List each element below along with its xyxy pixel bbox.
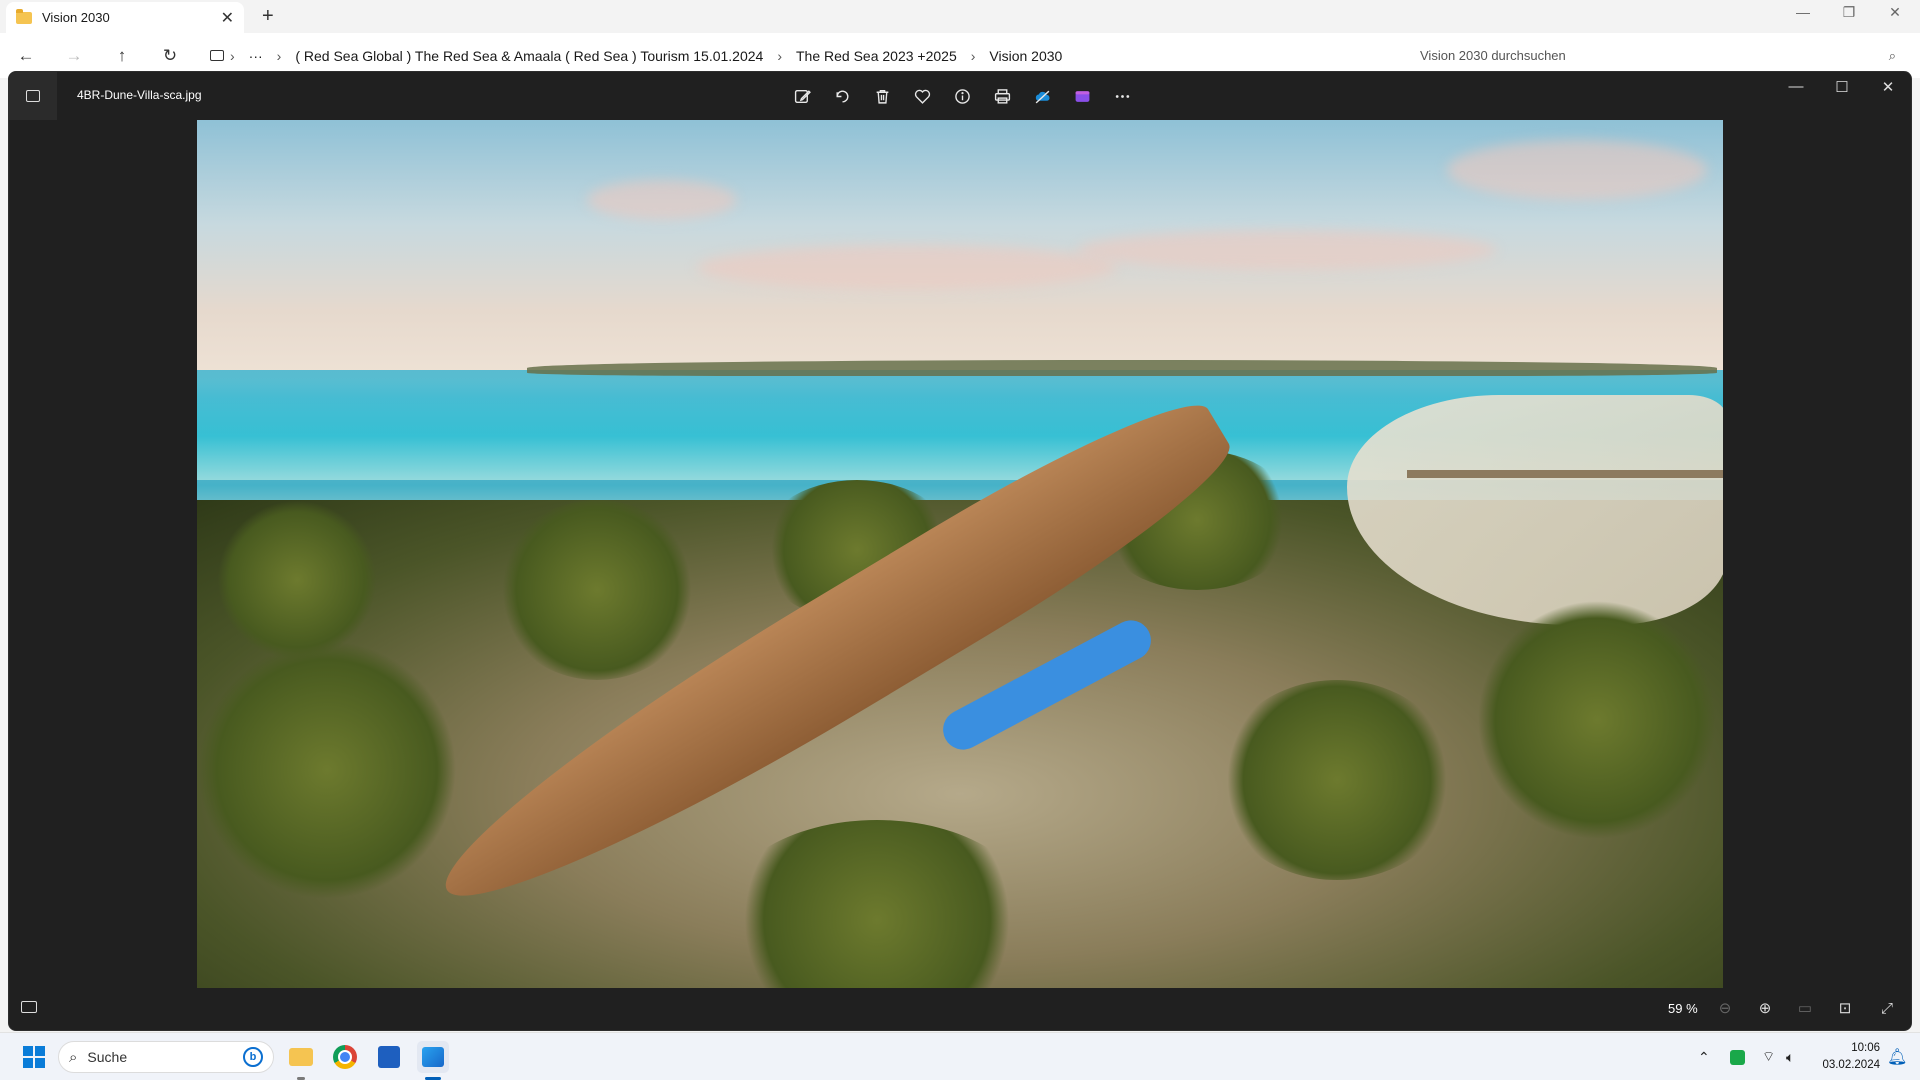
photos-viewer-window: 4BR-Dune-Villa-sca.jpg — ☐ ✕ 59 % ⊖ ⊕ ▭ …: [8, 71, 1912, 1031]
photo-cloud: [1077, 230, 1497, 270]
chrome-button[interactable]: [329, 1041, 361, 1073]
file-explorer-button[interactable]: [285, 1041, 317, 1073]
bing-icon[interactable]: b: [243, 1047, 263, 1067]
actual-size-icon[interactable]: ⊡: [1833, 997, 1857, 1021]
explorer-tab-bar: Vision 2030 ✕ + — ❐ ✕: [0, 0, 1920, 33]
close-icon[interactable]: ✕: [1872, 4, 1918, 21]
fit-to-window-icon[interactable]: ▭: [1793, 997, 1817, 1021]
rotate-icon[interactable]: [829, 83, 855, 109]
notification-bell-icon[interactable]: 🔔︎: [1887, 1047, 1907, 1066]
viewer-toolbar: [789, 83, 1135, 109]
search-placeholder: Vision 2030 durchsuchen: [1420, 48, 1566, 63]
edit-image-icon[interactable]: [789, 83, 815, 109]
info-icon[interactable]: [949, 83, 975, 109]
heart-icon[interactable]: [909, 83, 935, 109]
photo-palm: [217, 500, 377, 660]
microsoft-store-button[interactable]: [373, 1041, 405, 1073]
more-options-icon[interactable]: [1109, 83, 1135, 109]
chevron-right-icon[interactable]: ›: [771, 48, 788, 64]
photo-palm: [1217, 680, 1457, 880]
delete-icon[interactable]: [869, 83, 895, 109]
chrome-icon: [333, 1045, 357, 1069]
onedrive-cloud-icon[interactable]: [1029, 83, 1055, 109]
show-hidden-icons-chevron-icon[interactable]: ⌃: [1698, 1033, 1710, 1080]
taskbar-search[interactable]: ⌕ Suche b: [58, 1041, 274, 1073]
photo-boardwalk: [1407, 470, 1723, 478]
clipchamp-icon[interactable]: [1069, 83, 1095, 109]
photo-cloud: [697, 245, 1117, 290]
fullscreen-icon[interactable]: ⤢: [1875, 997, 1899, 1021]
new-tab-button[interactable]: +: [262, 5, 274, 28]
viewer-minimize-icon[interactable]: —: [1773, 78, 1819, 95]
chevron-right-icon[interactable]: ›: [224, 48, 241, 64]
explorer-tab[interactable]: Vision 2030 ✕: [6, 2, 244, 33]
viewer-title-bar: 4BR-Dune-Villa-sca.jpg — ☐ ✕: [9, 72, 1911, 120]
store-icon: [378, 1046, 400, 1068]
taskbar: ⌕ Suche b ⌃ ⌔ 🔈︎ 10:06 03.02.2024 🔔︎: [0, 1032, 1920, 1080]
security-shield-icon[interactable]: [1730, 1033, 1745, 1080]
refresh-icon[interactable]: ↻: [158, 44, 182, 68]
zoom-in-icon[interactable]: ⊕: [1753, 997, 1777, 1021]
photos-app-icon[interactable]: [9, 72, 57, 120]
system-clock[interactable]: 10:06 03.02.2024: [1810, 1040, 1880, 1074]
zoom-out-icon[interactable]: ⊖: [1713, 997, 1737, 1021]
zoom-level[interactable]: 59 %: [1668, 1001, 1698, 1016]
breadcrumb-item-red-sea-global[interactable]: ( Red Sea Global ) The Red Sea & Amaala …: [287, 48, 771, 64]
taskbar-search-label: Suche: [87, 1049, 128, 1065]
back-arrow-icon[interactable]: ←: [14, 44, 38, 68]
folder-icon: [16, 8, 32, 24]
start-button[interactable]: [18, 1041, 50, 1073]
print-icon[interactable]: [989, 83, 1015, 109]
file-explorer-icon: [289, 1048, 313, 1066]
search-icon: ⌕: [69, 1048, 78, 1066]
viewer-filename: 4BR-Dune-Villa-sca.jpg: [77, 88, 202, 102]
photo-palm: [1477, 600, 1717, 840]
restore-icon[interactable]: ❐: [1826, 4, 1872, 21]
filmstrip-icon[interactable]: [21, 1001, 37, 1013]
photo-palm: [197, 640, 457, 900]
close-tab-icon[interactable]: ✕: [221, 8, 234, 28]
displayed-photo[interactable]: [197, 120, 1723, 990]
volume-icon[interactable]: 🔈︎: [1786, 1033, 1794, 1080]
photos-icon: [422, 1047, 444, 1067]
breadcrumb-overflow[interactable]: ···: [241, 48, 271, 64]
this-pc-icon[interactable]: [210, 50, 224, 61]
up-arrow-icon[interactable]: ↑: [110, 44, 134, 68]
breadcrumb-item-red-sea-2023[interactable]: The Red Sea 2023 +2025: [788, 48, 965, 64]
photo-palm: [497, 500, 697, 680]
windows-logo-icon: [23, 1046, 45, 1068]
image-icon: [26, 90, 40, 102]
explorer-tab-title: Vision 2030: [42, 10, 110, 25]
breadcrumb-item-vision-2030[interactable]: Vision 2030: [981, 48, 1070, 64]
chevron-right-icon[interactable]: ›: [965, 48, 982, 64]
photo-cloud: [587, 180, 737, 220]
explorer-search-input[interactable]: Vision 2030 durchsuchen ⌕: [1408, 39, 1908, 72]
wifi-icon[interactable]: ⌔: [1762, 1033, 1775, 1080]
viewer-close-icon[interactable]: ✕: [1865, 78, 1911, 96]
photo-cloud: [1447, 140, 1707, 200]
chevron-right-icon[interactable]: ›: [271, 48, 288, 64]
clock-date: 03.02.2024: [1822, 1059, 1880, 1071]
forward-arrow-icon[interactable]: →: [62, 44, 86, 68]
search-icon: ⌕: [1888, 47, 1896, 63]
photos-button[interactable]: [417, 1041, 449, 1073]
viewer-maximize-icon[interactable]: ☐: [1819, 78, 1865, 96]
minimize-icon[interactable]: —: [1780, 4, 1826, 20]
viewer-bottom-bar: 59 % ⊖ ⊕ ▭ ⊡ ⤢: [9, 988, 1911, 1030]
clock-time: 10:06: [1851, 1042, 1880, 1054]
photo-island: [527, 360, 1717, 376]
